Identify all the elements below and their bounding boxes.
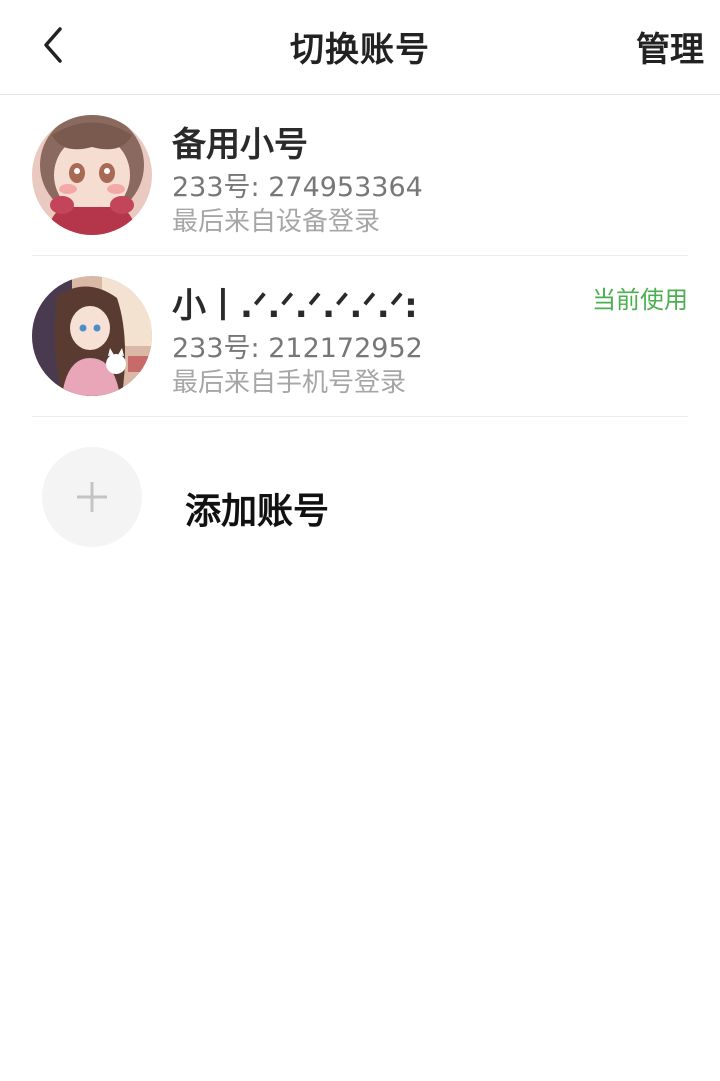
account-row-current[interactable]: 小丨.ᐟ.ᐟ.ᐟ.ᐟ.ᐟ.ᐟ: 当前使用 233号: 212172952 最后来…: [32, 256, 688, 417]
account-last-login: 最后来自设备登录: [172, 207, 381, 237]
avatar: [32, 276, 152, 396]
account-last-login: 最后来自手机号登录: [172, 368, 407, 398]
account-id: 233号: 212172952: [172, 333, 423, 364]
add-account-label: 添加账号: [185, 491, 330, 532]
switch-account-page: 切换账号 管理 备用小号 233号: 274953364 最后来自设备登录 小丨…: [0, 0, 720, 1081]
account-id: 233号: 274953364: [172, 172, 423, 203]
account-name: 备用小号: [172, 125, 308, 165]
avatar: [32, 115, 152, 235]
current-account-badge: 当前使用: [592, 286, 688, 314]
page-title: 切换账号: [290, 30, 430, 70]
account-row-backup[interactable]: 备用小号 233号: 274953364 最后来自设备登录: [32, 95, 688, 256]
account-name: 小丨.ᐟ.ᐟ.ᐟ.ᐟ.ᐟ.ᐟ:: [172, 286, 418, 326]
add-account-circle: [42, 447, 142, 547]
plus-icon: [77, 482, 107, 512]
add-account-button[interactable]: 添加账号: [32, 430, 688, 560]
header-bar: 切换账号 管理: [0, 0, 720, 95]
manage-button[interactable]: 管理: [636, 22, 704, 71]
